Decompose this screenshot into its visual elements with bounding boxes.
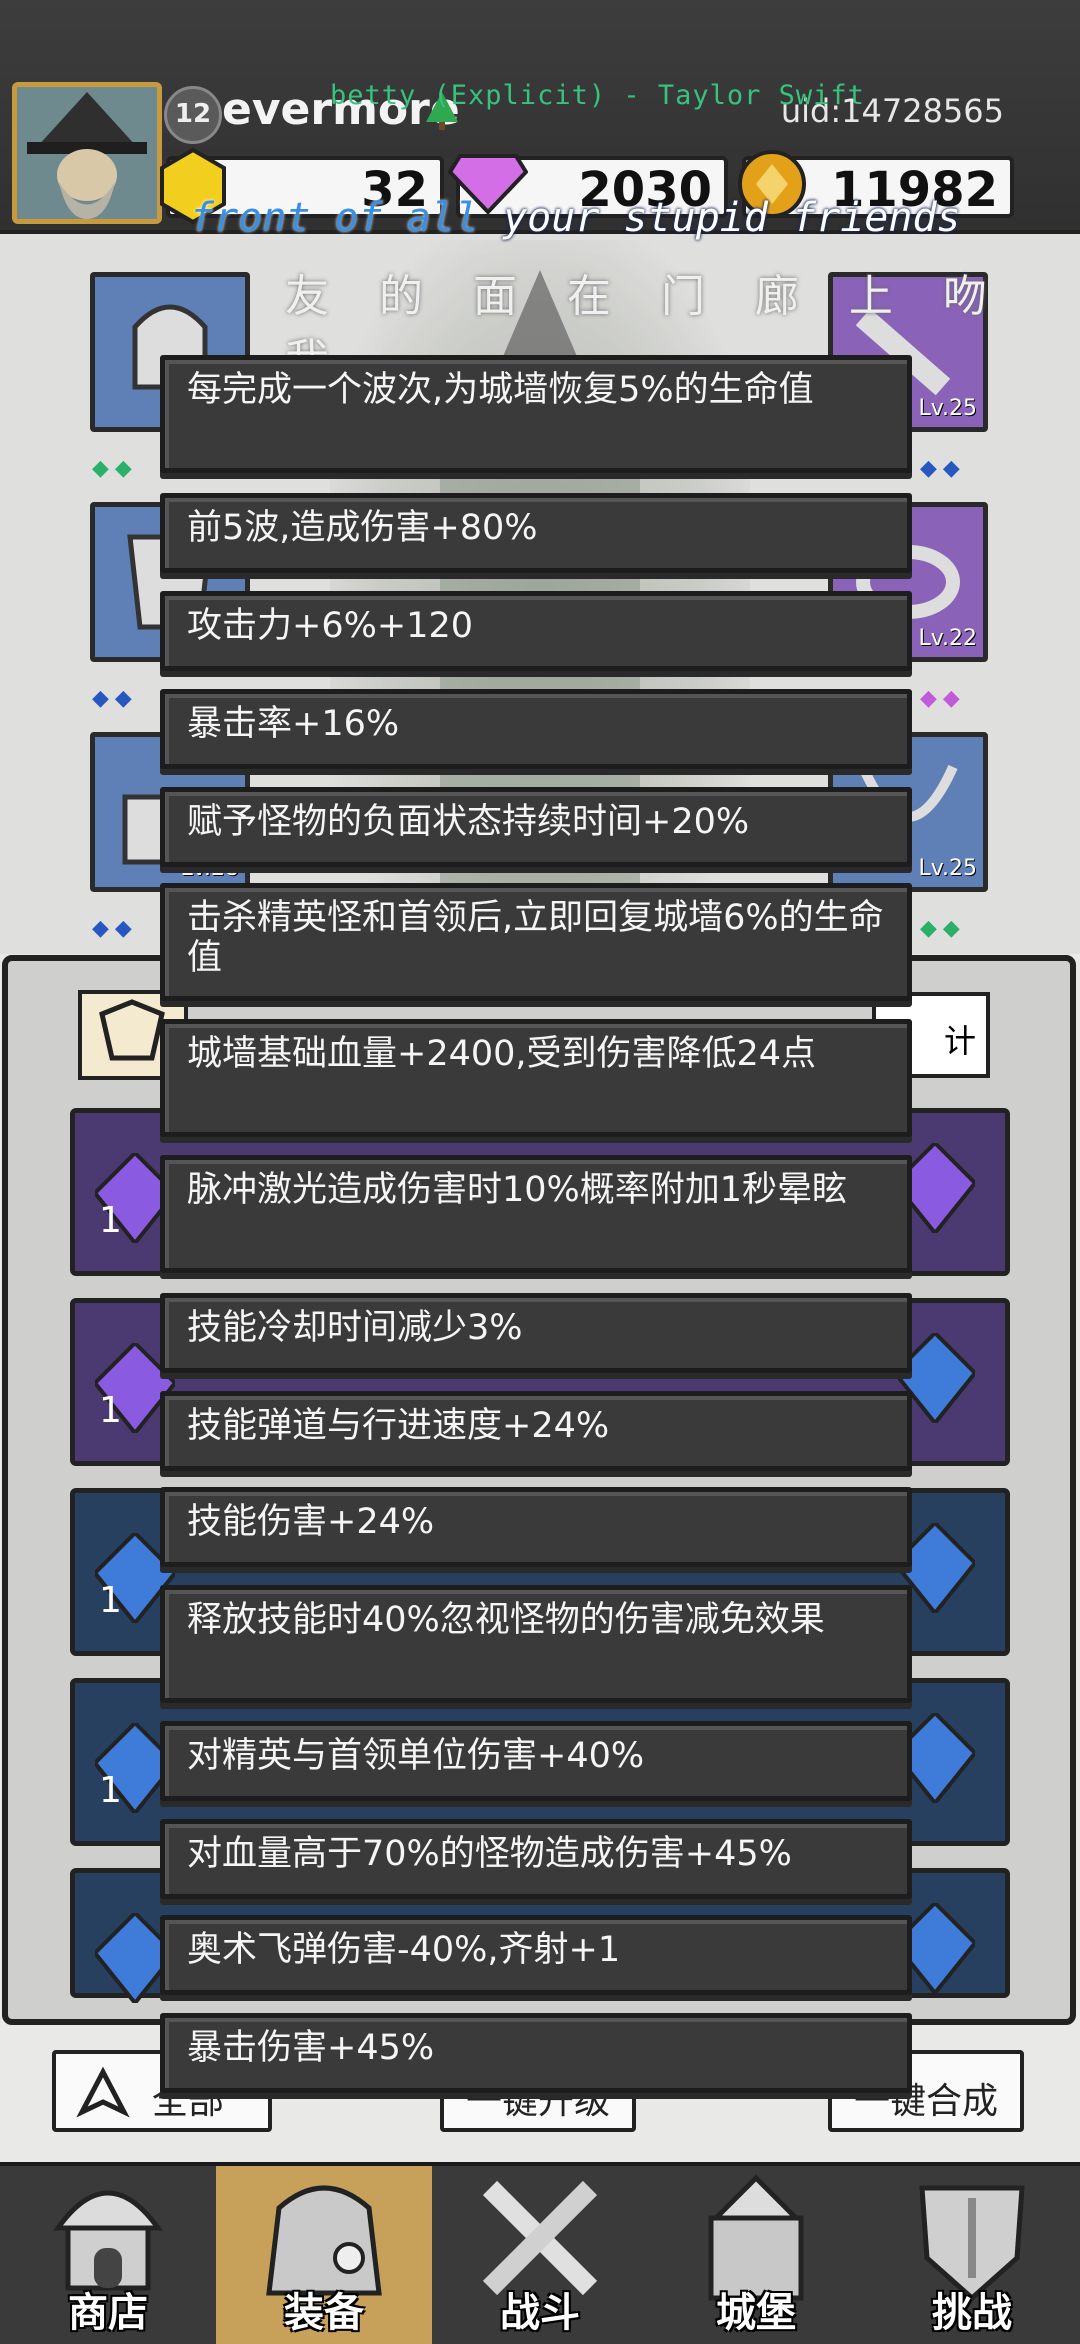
nav-shop[interactable]: 商店 [0,2166,216,2344]
affix-text: 攻击力+6%+120 [187,606,473,646]
slot-level: Lv.22 [918,626,977,651]
lyric-english: front of all your stupid friends [190,195,961,241]
affix-item: 释放技能时40%忽视怪物的伤害减免效果 [160,1585,912,1703]
item-quantity: 1 [99,1580,122,1621]
triangle-up-icon [76,2066,130,2118]
affix-item: 技能弹道与行进速度+24% [160,1391,912,1471]
affix-item: 前5波,造成伤害+80% [160,493,912,573]
nav-challenge-label: 挑战 [932,2290,1012,2336]
affix-item: 脉冲激光造成伤害时10%概率附加1秒晕眩 [160,1155,912,1273]
song-title: betty (Explicit) - Taylor Swift [330,80,865,111]
slot-gems: ◆◆ [920,916,966,941]
affix-text: 前5波,造成伤害+80% [187,508,538,548]
affix-item: 暴击伤害+45% [160,2013,912,2093]
slot-gems: ◆◆ [92,916,138,941]
nav-castle[interactable]: 城堡 [648,2166,864,2344]
affix-item: 暴击率+16% [160,689,912,769]
affix-item: 奥术飞弹伤害-40%,齐射+1 [160,1915,912,1995]
nav-shop-label: 商店 [68,2290,148,2336]
affix-item: 城墙基础血量+2400,受到伤害降低24点 [160,1019,912,1137]
slot-level: Lv.25 [918,396,977,421]
player-avatar[interactable] [12,82,162,224]
affix-item: 对精英与首领单位伤害+40% [160,1721,912,1801]
nav-equipment[interactable]: 装备 [216,2166,432,2344]
slot-gems: ◆◆ [920,686,966,711]
nav-battle-label: 战斗 [500,2290,580,2336]
slot-gems: ◆◆ [92,686,138,711]
bottom-nav: 商店 装备 战斗 城堡 挑战 [0,2162,1080,2344]
item-quantity: 1 [99,1770,122,1811]
lyric-rest: your stupid friends [478,195,961,241]
affix-text: 城墙基础血量+2400,受到伤害降低24点 [187,1034,817,1074]
lyric-highlight: front of all [190,195,479,241]
affix-text: 每完成一个波次,为城墙恢复5%的生命值 [187,370,814,410]
affix-item: 技能冷却时间减少3% [160,1293,912,1373]
affix-text: 脉冲激光造成伤害时10%概率附加1秒晕眩 [187,1170,848,1210]
affix-text: 击杀精英怪和首领后,立即回复城墙6%的生命值 [187,898,884,978]
affix-item: 击杀精英怪和首领后,立即回复城墙6%的生命值 [160,883,912,1001]
player-level-badge: 12 [164,86,222,144]
affix-text: 释放技能时40%忽视怪物的伤害减免效果 [187,1600,825,1640]
affix-text: 技能伤害+24% [187,1502,435,1542]
affix-item: 技能伤害+24% [160,1487,912,1567]
inventory-tab-label: 计 [943,1022,976,1060]
affix-text: 对精英与首领单位伤害+40% [187,1736,645,1776]
nav-equipment-label: 装备 [284,2290,364,2336]
affix-item: 攻击力+6%+120 [160,591,912,671]
affix-text: 奥术飞弹伤害-40%,齐射+1 [187,1930,621,1970]
shop-icon [53,2190,163,2291]
affix-text: 暴击率+16% [187,704,400,744]
affix-item: 对血量高于70%的怪物造成伤害+45% [160,1819,912,1899]
affix-text: 对血量高于70%的怪物造成伤害+45% [187,1834,792,1874]
affix-text: 技能弹道与行进速度+24% [187,1406,610,1446]
affix-text: 赋予怪物的负面状态持续时间+20% [187,802,750,842]
affix-item: 赋予怪物的负面状态持续时间+20% [160,787,912,867]
affix-text: 暴击伤害+45% [187,2028,435,2068]
nav-challenge[interactable]: 挑战 [864,2166,1080,2344]
nav-battle[interactable]: 战斗 [432,2166,648,2344]
item-quantity: 1 [99,1390,122,1431]
affix-item: 每完成一个波次,为城墙恢复5%的生命值 [160,355,912,473]
slot-gems: ◆◆ [92,456,138,481]
item-quantity: 1 [99,1200,122,1241]
slot-level: Lv.25 [918,856,977,881]
nav-castle-label: 城堡 [716,2290,796,2336]
slot-gems: ◆◆ [920,456,966,481]
affix-text: 技能冷却时间减少3% [187,1308,523,1348]
